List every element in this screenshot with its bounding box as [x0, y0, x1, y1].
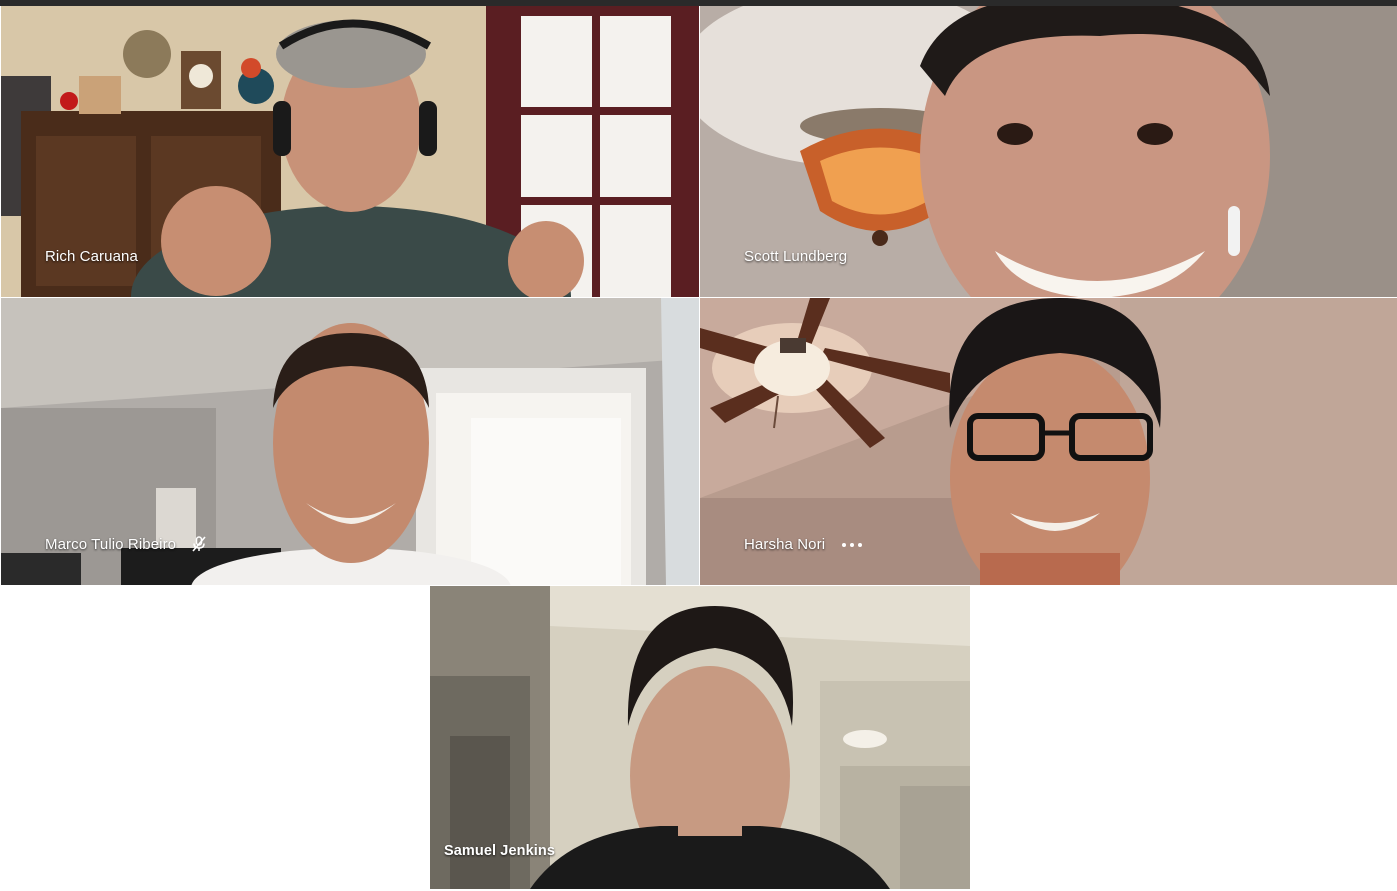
more-options-icon[interactable] [839, 541, 865, 549]
mic-off-icon [192, 536, 206, 552]
participant-name: Harsha Nori [744, 536, 826, 553]
participant-name: Scott Lundberg [744, 248, 848, 265]
participant-label: Harsha Nori [744, 536, 865, 553]
participant-label: Scott Lundberg [744, 248, 847, 265]
participant-name: Samuel Jenkins [444, 843, 556, 859]
participant-label: Samuel Jenkins [444, 843, 555, 859]
participant-name: Marco Tulio Ribeiro [45, 535, 177, 553]
participant-label: Rich Caruana [45, 248, 138, 265]
participant-label: Marco Tulio Ribeiro [45, 535, 208, 553]
participant-name: Rich Caruana [45, 248, 138, 265]
video-tile-harsha-nori[interactable]: Harsha Nori [700, 298, 1397, 585]
video-tile-scott-lundberg[interactable]: Scott Lundberg [700, 6, 1397, 297]
video-tile-rich-caruana[interactable]: Rich Caruana [1, 6, 699, 297]
video-tile-samuel-jenkins[interactable]: Samuel Jenkins [430, 586, 970, 889]
video-tile-marco-tulio-ribeiro[interactable]: Marco Tulio Ribeiro [1, 298, 699, 585]
